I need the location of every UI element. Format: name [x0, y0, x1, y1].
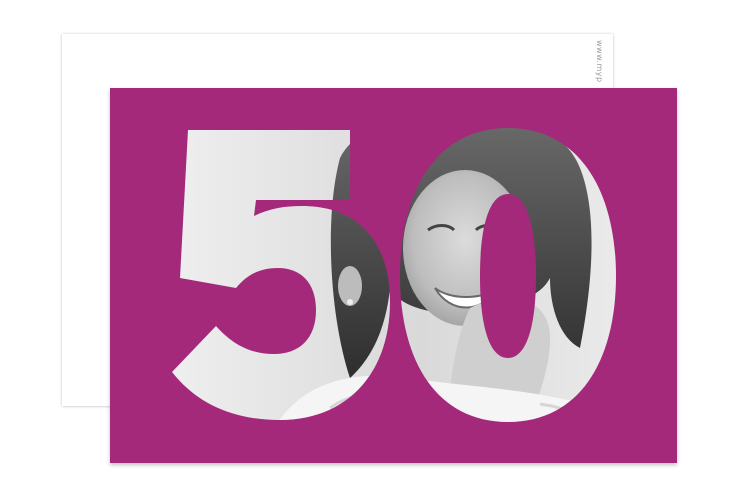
number-photo-cutout [110, 88, 677, 463]
card-artwork [110, 88, 677, 463]
product-preview: www.myp [0, 0, 732, 500]
invitation-card-front [110, 88, 677, 463]
